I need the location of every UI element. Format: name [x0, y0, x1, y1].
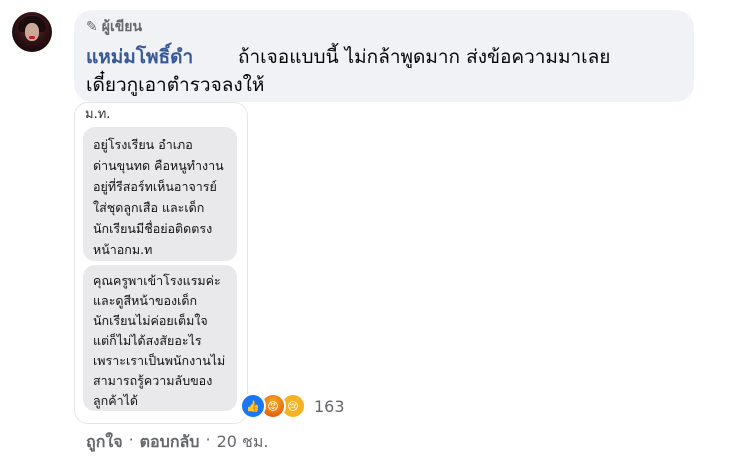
comment-text-line2: เดี๋ยวกูเอาตำรวจลงให้: [86, 74, 265, 96]
avatar-lips: [29, 36, 35, 39]
message-line: สามารถรู้ความลับของ: [93, 373, 213, 388]
message-line: นักเรียนไม่ค่อยเต็มใจ: [93, 313, 208, 328]
message-line: ลูกค้าได้: [93, 393, 139, 408]
reaction-count: 163: [314, 396, 345, 416]
message-line: เพราะเราเป็นพนักงานไม่: [93, 353, 226, 368]
pencil-icon: ✎: [86, 19, 98, 35]
chat-message-1: อยู่โรงเรียน อำเภอ ด่านขุนทด คือหนูทำงาน…: [83, 127, 237, 261]
author-name-link[interactable]: แหม่มโพธิ์ดำ: [86, 42, 193, 72]
like-button[interactable]: ถูกใจ: [86, 430, 123, 455]
message-line: นักเรียนมีชื่อย่อติดตรง: [93, 221, 213, 236]
timestamp-link[interactable]: 20 ชม.: [217, 430, 269, 455]
separator: ·: [205, 430, 211, 449]
message-line: หน้าอกม.ท: [93, 242, 153, 257]
separator: ·: [128, 430, 134, 449]
message-line: คุณครูพาเข้าโรงแรมค่ะ: [93, 273, 221, 288]
message-line: อยู่ที่รีสอร์ทเห็นอาจารย์: [93, 179, 217, 194]
author-badge: ✎ ผู้เขียน: [86, 16, 142, 38]
reply-button[interactable]: ตอบกลับ: [140, 430, 200, 455]
message-line: และดูสีหน้าของเด็ก: [93, 293, 198, 308]
message-line: ใส่ชุดลูกเสือ และเด็ก: [93, 200, 205, 215]
reactions-summary[interactable]: 👍 😡 😢 163: [240, 393, 345, 419]
comment-text-line1: ถ้าเจอแบบนี้ ไม่กล้าพูดมาก ส่งข้อความมาเ…: [238, 46, 611, 68]
message-line: แต่ก็ไม่ได้สงสัยอะไร: [93, 333, 202, 348]
comment-bubble: ✎ ผู้เขียน แหม่มโพธิ์ดำ ถ้าเจอแบบนี้ ไม่…: [74, 10, 694, 102]
comment-actions: ถูกใจ · ตอบกลับ · 20 ชม.: [86, 430, 269, 455]
screenshot-top-label: ม.ท.: [85, 107, 111, 122]
like-icon: 👍: [240, 393, 266, 419]
avatar[interactable]: [12, 12, 52, 52]
chat-message-2: คุณครูพาเข้าโรงแรมค่ะ และดูสีหน้าของเด็ก…: [83, 265, 237, 411]
attached-screenshot[interactable]: ม.ท. อยู่โรงเรียน อำเภอ ด่านขุนทด คือหนู…: [74, 102, 248, 424]
message-line: ด่านขุนทด คือหนูทำงาน: [93, 158, 224, 173]
message-line: อยู่โรงเรียน อำเภอ: [93, 137, 193, 152]
author-badge-label: ผู้เขียน: [101, 19, 143, 35]
